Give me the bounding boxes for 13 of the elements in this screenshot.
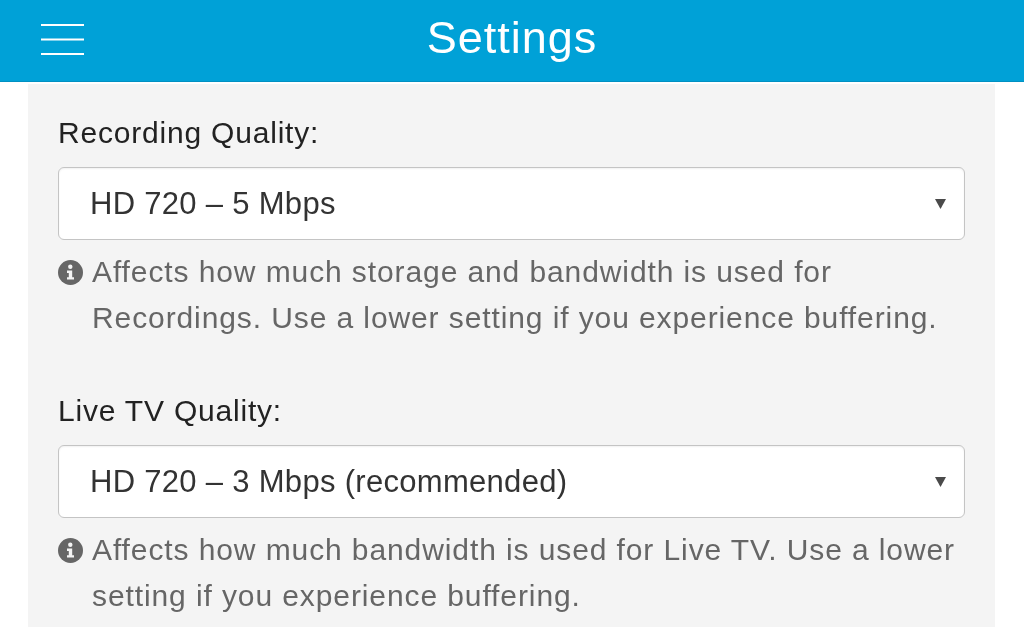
caret-icon: [935, 476, 946, 487]
help-text: Affects how much bandwidth is used for Live TV. Use a lower setting if you experience buffering.: [92, 532, 956, 614]
menu-button[interactable]: [41, 24, 84, 55]
caret-icon: [935, 198, 946, 209]
quality-dropdown[interactable]: HD 720 – 3 Mbps (recommended): [58, 445, 965, 518]
help-text: Affects how much storage and bandwidth is used for Recordings. Use a lower setting if you experience buffering.: [92, 254, 939, 336]
page-title: Settings: [426, 10, 598, 65]
setting-label: Recording Quality:: [58, 115, 320, 151]
menu-icon: [41, 24, 84, 55]
info-icon: [58, 538, 83, 563]
quality-dropdown[interactable]: HD 720 – 5 Mbps: [58, 167, 965, 240]
setting-label: Live TV Quality:: [58, 393, 282, 429]
info-icon: [58, 260, 83, 285]
